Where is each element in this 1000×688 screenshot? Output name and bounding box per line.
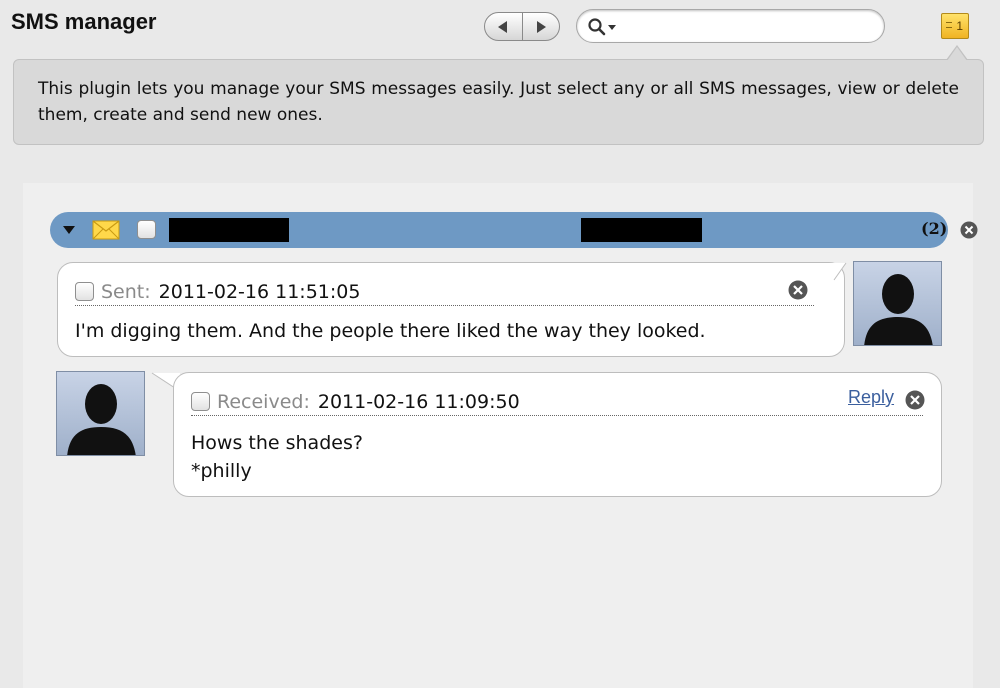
arrow-left-icon — [498, 20, 508, 33]
envelope-icon — [92, 220, 120, 240]
sender-avatar — [853, 261, 942, 346]
back-button[interactable] — [485, 13, 522, 40]
delete-message-icon[interactable] — [905, 390, 925, 410]
message-checkbox[interactable] — [191, 392, 210, 411]
bubble-tail — [822, 262, 847, 281]
app-title: SMS manager — [11, 9, 157, 34]
person-silhouette-icon — [864, 274, 933, 345]
message-body: Hows the shades? *philly — [191, 429, 363, 485]
redacted-contact-number — [581, 218, 702, 242]
message-timestamp: 2011-02-16 11:51:05 — [158, 280, 361, 303]
delete-message-icon[interactable] — [788, 280, 808, 300]
close-icon[interactable] — [960, 221, 978, 239]
notes-icon[interactable]: 1 — [941, 13, 969, 39]
conversation-checkbox[interactable] — [137, 220, 156, 239]
message-count: (2) — [921, 219, 948, 238]
message-line: *philly — [191, 460, 252, 482]
forward-button[interactable] — [521, 13, 560, 40]
message-meta: Sent: 2011-02-16 11:51:05 — [75, 278, 814, 306]
search-field — [576, 9, 885, 43]
person-silhouette-icon — [67, 384, 136, 455]
sent-message-bubble: Sent: 2011-02-16 11:51:05 I'm digging th… — [57, 262, 845, 357]
message-timestamp: 2011-02-16 11:09:50 — [317, 390, 520, 413]
message-body: I'm digging them. And the people there l… — [75, 317, 706, 345]
redacted-contact-name — [169, 218, 289, 242]
conversation-header[interactable]: (2) — [50, 212, 978, 248]
received-message-bubble: Received: 2011-02-16 11:09:50 Reply Hows… — [173, 372, 942, 497]
received-label: Received: — [217, 390, 310, 413]
sent-label: Sent: — [101, 280, 151, 303]
message-line: Hows the shades? — [191, 432, 363, 454]
contact-avatar — [56, 371, 145, 456]
header-bar: SMS manager 1 — [0, 0, 1000, 50]
plugin-description: This plugin lets you manage your SMS mes… — [38, 79, 959, 125]
disclosure-triangle-icon[interactable] — [63, 226, 75, 235]
notes-badge: 1 — [956, 19, 963, 33]
message-checkbox[interactable] — [75, 282, 94, 301]
arrow-right-icon — [536, 20, 546, 33]
search-input[interactable] — [621, 16, 871, 36]
message-line: I'm digging them. And the people there l… — [75, 320, 706, 342]
message-meta: Received: 2011-02-16 11:09:50 — [191, 388, 923, 416]
search-icon[interactable] — [587, 17, 617, 37]
reply-link[interactable]: Reply — [848, 387, 894, 408]
plugin-description-panel: This plugin lets you manage your SMS mes… — [13, 59, 984, 145]
nav-button-group — [484, 12, 560, 41]
